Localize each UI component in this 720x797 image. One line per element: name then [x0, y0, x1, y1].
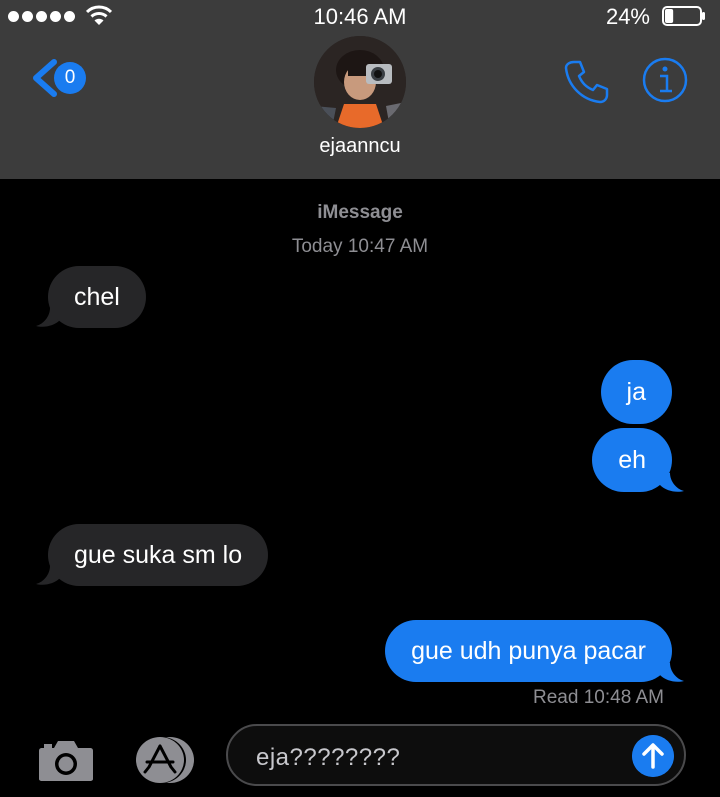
battery-percent: 24% [605, 4, 650, 29]
draft-text: eja???????? [256, 744, 401, 771]
message-text: ja [626, 377, 646, 406]
avatar-photo [314, 36, 406, 128]
message-bubble-outgoing[interactable]: ja [600, 360, 672, 424]
message-bubble-outgoing[interactable]: gue udh punya pacar [385, 620, 672, 682]
back-button[interactable]: 0 [30, 56, 92, 102]
contact-avatar[interactable] [314, 36, 406, 128]
camera-icon[interactable] [38, 738, 94, 782]
send-arrow-icon[interactable] [632, 735, 674, 777]
message-text: gue suka sm lo [74, 540, 243, 569]
conversation-header: 0 ejaanncu [0, 34, 720, 179]
battery-icon [662, 6, 705, 26]
contact-name[interactable]: ejaanncu [0, 135, 720, 158]
message-bubble-outgoing[interactable]: eh [592, 428, 672, 492]
message-text: eh [618, 445, 646, 474]
message-input[interactable]: eja???????? [226, 724, 686, 786]
read-receipt: Read 10:48 AM [533, 687, 664, 708]
message-text: gue udh punya pacar [411, 636, 646, 665]
info-icon[interactable] [641, 56, 689, 104]
phone-icon[interactable] [562, 58, 610, 106]
unread-count-badge: 0 [54, 62, 86, 94]
status-bar: 10:46 AM 24% [0, 0, 720, 34]
message-bubble-incoming[interactable]: chel [48, 266, 146, 328]
app-store-icon[interactable] [130, 735, 196, 785]
message-bubble-incoming[interactable]: gue suka sm lo [48, 524, 269, 586]
service-label: iMessage [317, 202, 403, 223]
conversation-timestamp: Today 10:47 AM [291, 236, 429, 257]
message-text: chel [74, 282, 120, 311]
